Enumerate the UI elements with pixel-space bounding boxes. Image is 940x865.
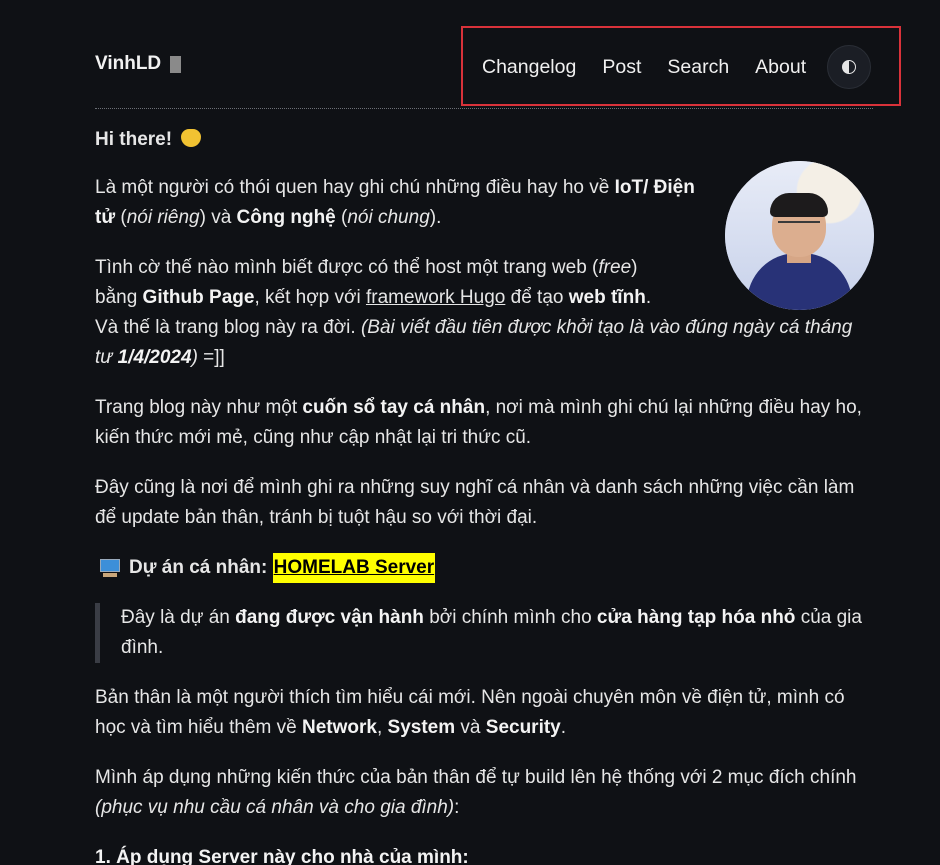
italic-text: (phục vụ nhu cầu cá nhân và cho gia đình… <box>95 797 455 818</box>
text: bởi chính mình cho <box>423 607 597 628</box>
bold-text: Security <box>485 717 561 738</box>
notebook-paragraph: Trang blog này như một cuốn sổ tay cá nh… <box>95 393 873 453</box>
intro-paragraph: Là một người có thói quen hay ghi chú nh… <box>95 173 695 233</box>
purpose-paragraph: Mình áp dụng những kiến thức của bản thâ… <box>95 763 873 823</box>
nav-item-post[interactable]: Post <box>602 56 641 79</box>
italic-text: nói riêng <box>126 207 200 228</box>
text: . <box>560 717 567 738</box>
list-item-text: 1. Áp dụng Server này cho nhà của mình: <box>95 847 469 865</box>
text: , kết hợp với <box>254 287 366 308</box>
waving-hand-icon <box>181 129 202 147</box>
bold-text: Công nghệ <box>236 207 336 228</box>
text: Mình áp dụng những kiến thức của bản thâ… <box>95 767 857 788</box>
project-heading: Dự án cá nhân: HOMELAB Server <box>100 553 873 583</box>
text: ( <box>115 207 127 228</box>
bold-text: cuốn sổ tay cá nhân <box>302 397 486 418</box>
homelab-link[interactable]: HOMELAB Server <box>272 553 436 583</box>
greeting-text: Hi there! <box>95 129 173 150</box>
text: =]] <box>197 347 225 368</box>
computer-icon <box>100 559 120 577</box>
thoughts-paragraph: Đây cũng là nơi để mình ghi ra những suy… <box>95 477 855 528</box>
nav-item-search[interactable]: Search <box>667 56 729 79</box>
blockquote: Đây là dự án đang được vận hành bởi chín… <box>95 603 873 663</box>
text: . <box>645 287 652 308</box>
hugo-link[interactable]: framework Hugo <box>366 287 505 308</box>
text: ). <box>429 207 442 228</box>
main-nav: Changelog Post Search About <box>482 45 872 89</box>
site-logo[interactable]: VinhLD <box>95 53 182 75</box>
text: Trang blog này như một <box>95 397 303 418</box>
text: : <box>454 797 460 818</box>
text: để tạo <box>505 287 569 308</box>
italic-text: free <box>598 257 632 278</box>
page: VinhLD Changelog Post Search About Hi th… <box>0 0 940 865</box>
post-content: Hi there! Là một người có thói quen hay … <box>95 125 874 865</box>
text: , <box>376 717 388 738</box>
project-label: Dự án cá nhân: <box>129 557 268 578</box>
bold-text: cửa hàng tạp hóa nhỏ <box>596 607 796 628</box>
skills-paragraph: Bản thân là một người thích tìm hiểu cái… <box>95 683 873 743</box>
nav-item-changelog[interactable]: Changelog <box>482 56 576 79</box>
text: và <box>455 717 486 738</box>
bold-text: đang được vận hành <box>235 607 424 628</box>
text: Là một người có thói quen hay ghi chú nh… <box>95 177 615 198</box>
text: ) và <box>199 207 237 228</box>
list-item: 1. Áp dụng Server này cho nhà của mình: <box>95 843 873 865</box>
bold-text: web tĩnh <box>568 287 646 308</box>
text: Và thế là trang blog này ra đời. <box>95 317 361 338</box>
text: ( <box>335 207 348 228</box>
cursor-block-icon <box>170 55 182 73</box>
text: Đây là dự án <box>121 607 236 628</box>
half-circle-icon <box>842 60 857 74</box>
theme-toggle-button[interactable] <box>827 45 872 89</box>
logo-text[interactable]: VinhLD <box>95 53 161 75</box>
bold-text: System <box>387 717 456 738</box>
greeting: Hi there! <box>95 125 873 155</box>
text: Tình cờ thế nào mình biết được có thể ho… <box>95 257 599 278</box>
italic-text: nói chung <box>347 207 430 228</box>
bold-text: Network <box>302 717 377 738</box>
bold-text: Github Page <box>142 287 255 308</box>
text: ) <box>631 257 638 278</box>
avatar <box>725 161 874 310</box>
nav-item-about[interactable]: About <box>755 56 806 79</box>
bold-italic-date: 1/4/2024 <box>117 347 192 368</box>
